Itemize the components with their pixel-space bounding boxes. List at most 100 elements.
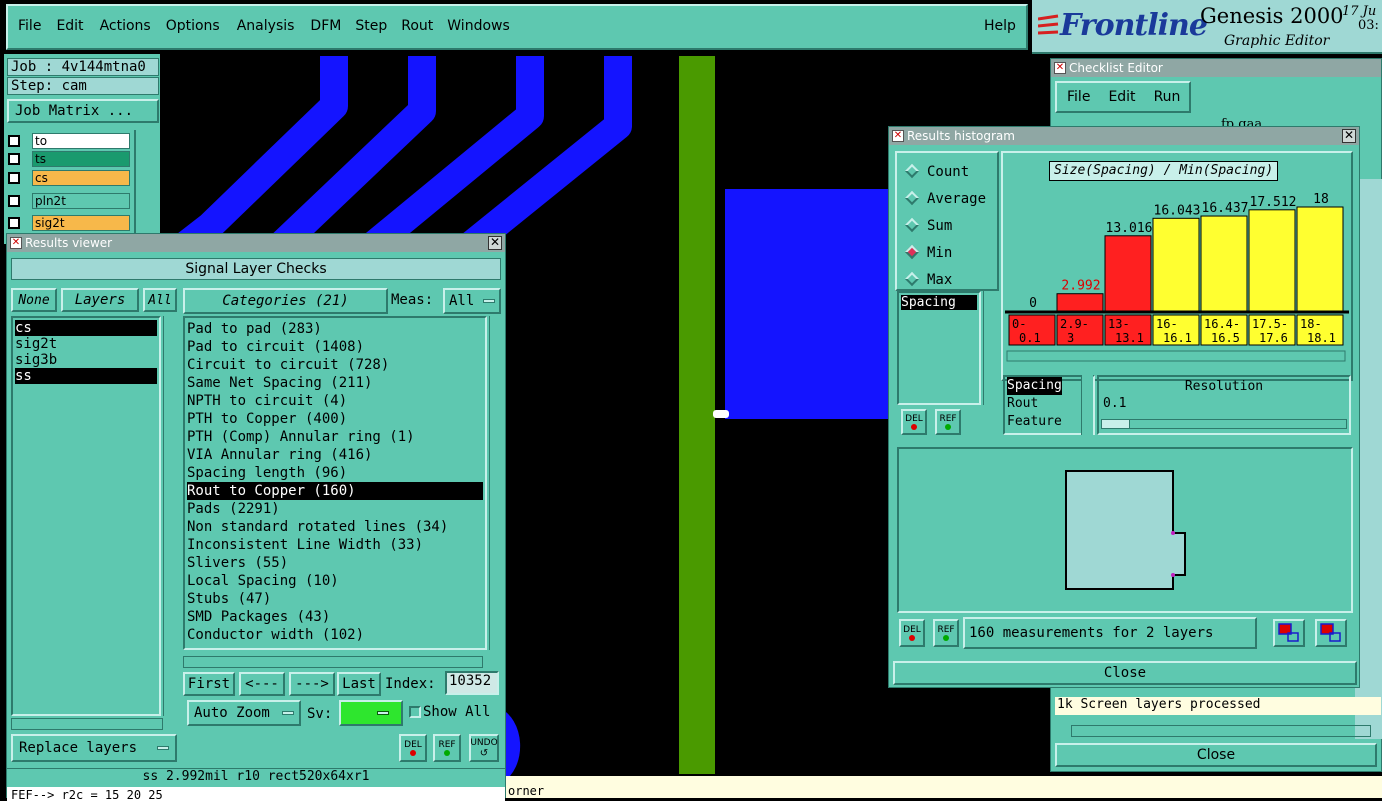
all-layers-button[interactable]: All (143, 288, 177, 312)
meas-dropdown[interactable]: All (443, 288, 501, 314)
measure-types-scrollbar[interactable] (1081, 375, 1093, 435)
category-item[interactable]: Stubs (47) (187, 590, 483, 608)
mode-radio-average[interactable]: Average (904, 186, 997, 213)
checklist-menu-edit[interactable]: Edit (1108, 89, 1135, 105)
histogram-close-button[interactable]: Close (893, 661, 1357, 685)
close-icon[interactable]: ✕ (488, 236, 502, 250)
menu-help[interactable]: Help (984, 18, 1016, 34)
param-listbox[interactable]: Spacing (897, 291, 981, 405)
undo-button[interactable]: UNDO ↺ (469, 734, 499, 762)
layer-checkbox[interactable] (8, 195, 20, 207)
layers-scrollbar[interactable] (163, 316, 179, 716)
footer-ref-button[interactable]: REF (933, 619, 959, 647)
histogram-bar[interactable] (1056, 293, 1104, 312)
menu-options[interactable]: Options (166, 18, 220, 34)
prev-button[interactable]: <--- (239, 672, 285, 696)
checklist-close-button[interactable]: Close (1055, 743, 1377, 767)
layer-list-item[interactable]: sig3b (15, 352, 157, 368)
category-item[interactable]: Non standard rotated lines (34) (187, 518, 483, 536)
layer-list-item[interactable]: ss (15, 368, 157, 384)
resolution-slider[interactable] (1101, 419, 1347, 429)
checklist-menu-run[interactable]: Run (1154, 89, 1181, 105)
mode-radio-count[interactable]: Count (904, 159, 997, 186)
layer-row[interactable]: ts (8, 150, 130, 168)
mode-radio-min[interactable]: Min (904, 240, 997, 267)
category-item[interactable]: PTH (Comp) Annular ring (1) (187, 428, 483, 446)
ref-button[interactable]: REF (433, 734, 461, 762)
hist-del-button[interactable]: DEL (901, 409, 927, 435)
category-item[interactable]: Same Net Spacing (211) (187, 374, 483, 392)
window-menu-icon[interactable]: ✕ (1054, 62, 1066, 74)
layer-list-scrollbar[interactable] (134, 130, 160, 250)
layer-row[interactable]: pln2t (8, 192, 130, 210)
measure-type-item[interactable]: Spacing (1007, 377, 1062, 395)
import-icon[interactable] (1315, 619, 1347, 647)
show-all-checkbox[interactable] (409, 706, 421, 718)
layer-row[interactable]: cs (8, 168, 130, 188)
menu-file[interactable]: File (18, 18, 41, 34)
categories-button[interactable]: Categories (21) (183, 288, 388, 314)
layer-checkbox[interactable] (8, 172, 20, 184)
mode-radio-max[interactable]: Max (904, 267, 997, 294)
layers-button[interactable]: Layers (61, 288, 139, 312)
footer-del-button[interactable]: DEL (899, 619, 925, 647)
layer-checkbox[interactable] (8, 153, 20, 165)
histogram-chart[interactable]: 00-0.12.9922.9-313.01613-13.116.04316-16… (1005, 185, 1349, 375)
checklist-menu-file[interactable]: File (1067, 89, 1090, 105)
histogram-bar[interactable] (1152, 217, 1200, 312)
category-item[interactable]: Circuit to circuit (728) (187, 356, 483, 374)
layer-list-item[interactable]: sig2t (15, 336, 157, 352)
categories-listbox[interactable]: Pad to pad (283) Pad to circuit (1408) Cir… (183, 316, 487, 650)
first-button[interactable]: First (183, 672, 235, 696)
next-button[interactable]: ---> (289, 672, 335, 696)
command-line[interactable]: FEF--> r2c = 15 20 25 (7, 787, 505, 801)
category-item[interactable]: Conductor width (102) (187, 626, 483, 644)
layer-checkbox[interactable] (8, 135, 20, 147)
none-button[interactable]: None (11, 288, 57, 312)
layers-hscroll[interactable] (11, 718, 163, 730)
param-item[interactable]: Spacing (901, 295, 977, 310)
category-item[interactable]: Pads (2291) (187, 500, 483, 518)
menu-rout[interactable]: Rout (401, 18, 433, 34)
category-item[interactable]: Spacing length (96) (187, 464, 483, 482)
category-item[interactable]: Pad to pad (283) (187, 320, 483, 338)
category-item[interactable]: Slivers (55) (187, 554, 483, 572)
menu-dfm[interactable]: DFM (310, 18, 341, 34)
close-icon[interactable]: ✕ (1342, 129, 1356, 143)
window-menu-icon[interactable]: ✕ (892, 130, 904, 142)
menu-windows[interactable]: Windows (447, 18, 510, 34)
menu-actions[interactable]: Actions (100, 18, 151, 34)
category-item[interactable]: Rout to Copper (160) (187, 482, 483, 500)
layers-listbox[interactable]: cs sig2t sig3b ss (11, 316, 161, 716)
last-button[interactable]: Last (337, 672, 381, 696)
category-item[interactable]: SMD Packages (43) (187, 608, 483, 626)
categories-scrollbar[interactable] (489, 316, 503, 650)
index-input[interactable]: 10352 (445, 671, 499, 695)
auto-zoom-dropdown[interactable]: Auto Zoom (187, 700, 301, 726)
category-item[interactable]: Local Spacing (10) (187, 572, 483, 590)
resolution-slider-handle[interactable] (1102, 420, 1130, 428)
replace-layers-dropdown[interactable]: Replace layers (11, 734, 177, 762)
layer-row[interactable]: to (8, 132, 130, 150)
histogram-bar[interactable] (1200, 215, 1248, 312)
category-item[interactable]: VIA Annular ring (416) (187, 446, 483, 464)
menu-analysis[interactable]: Analysis (237, 18, 295, 34)
category-item[interactable]: Inconsistent Line Width (33) (187, 536, 483, 554)
category-item[interactable]: Pad to circuit (1408) (187, 338, 483, 356)
category-item[interactable]: PTH to Copper (400) (187, 410, 483, 428)
menu-edit[interactable]: Edit (56, 18, 83, 34)
histogram-bar[interactable] (1104, 235, 1152, 312)
export-icon[interactable] (1273, 619, 1305, 647)
mode-radio-sum[interactable]: Sum (904, 213, 997, 240)
layer-list-item[interactable]: cs (15, 320, 157, 336)
param-scrollbar[interactable] (983, 291, 997, 405)
layer-row[interactable]: sig2t (8, 214, 130, 232)
category-item[interactable]: NPTH to circuit (4) (187, 392, 483, 410)
histogram-bar[interactable] (1296, 206, 1344, 312)
histogram-bar[interactable] (1248, 209, 1296, 312)
del-button[interactable]: DEL (399, 734, 427, 762)
menu-step[interactable]: Step (355, 18, 387, 34)
window-menu-icon[interactable]: ✕ (10, 237, 22, 249)
layer-checkbox[interactable] (8, 217, 20, 229)
categories-hscroll[interactable] (183, 656, 483, 668)
